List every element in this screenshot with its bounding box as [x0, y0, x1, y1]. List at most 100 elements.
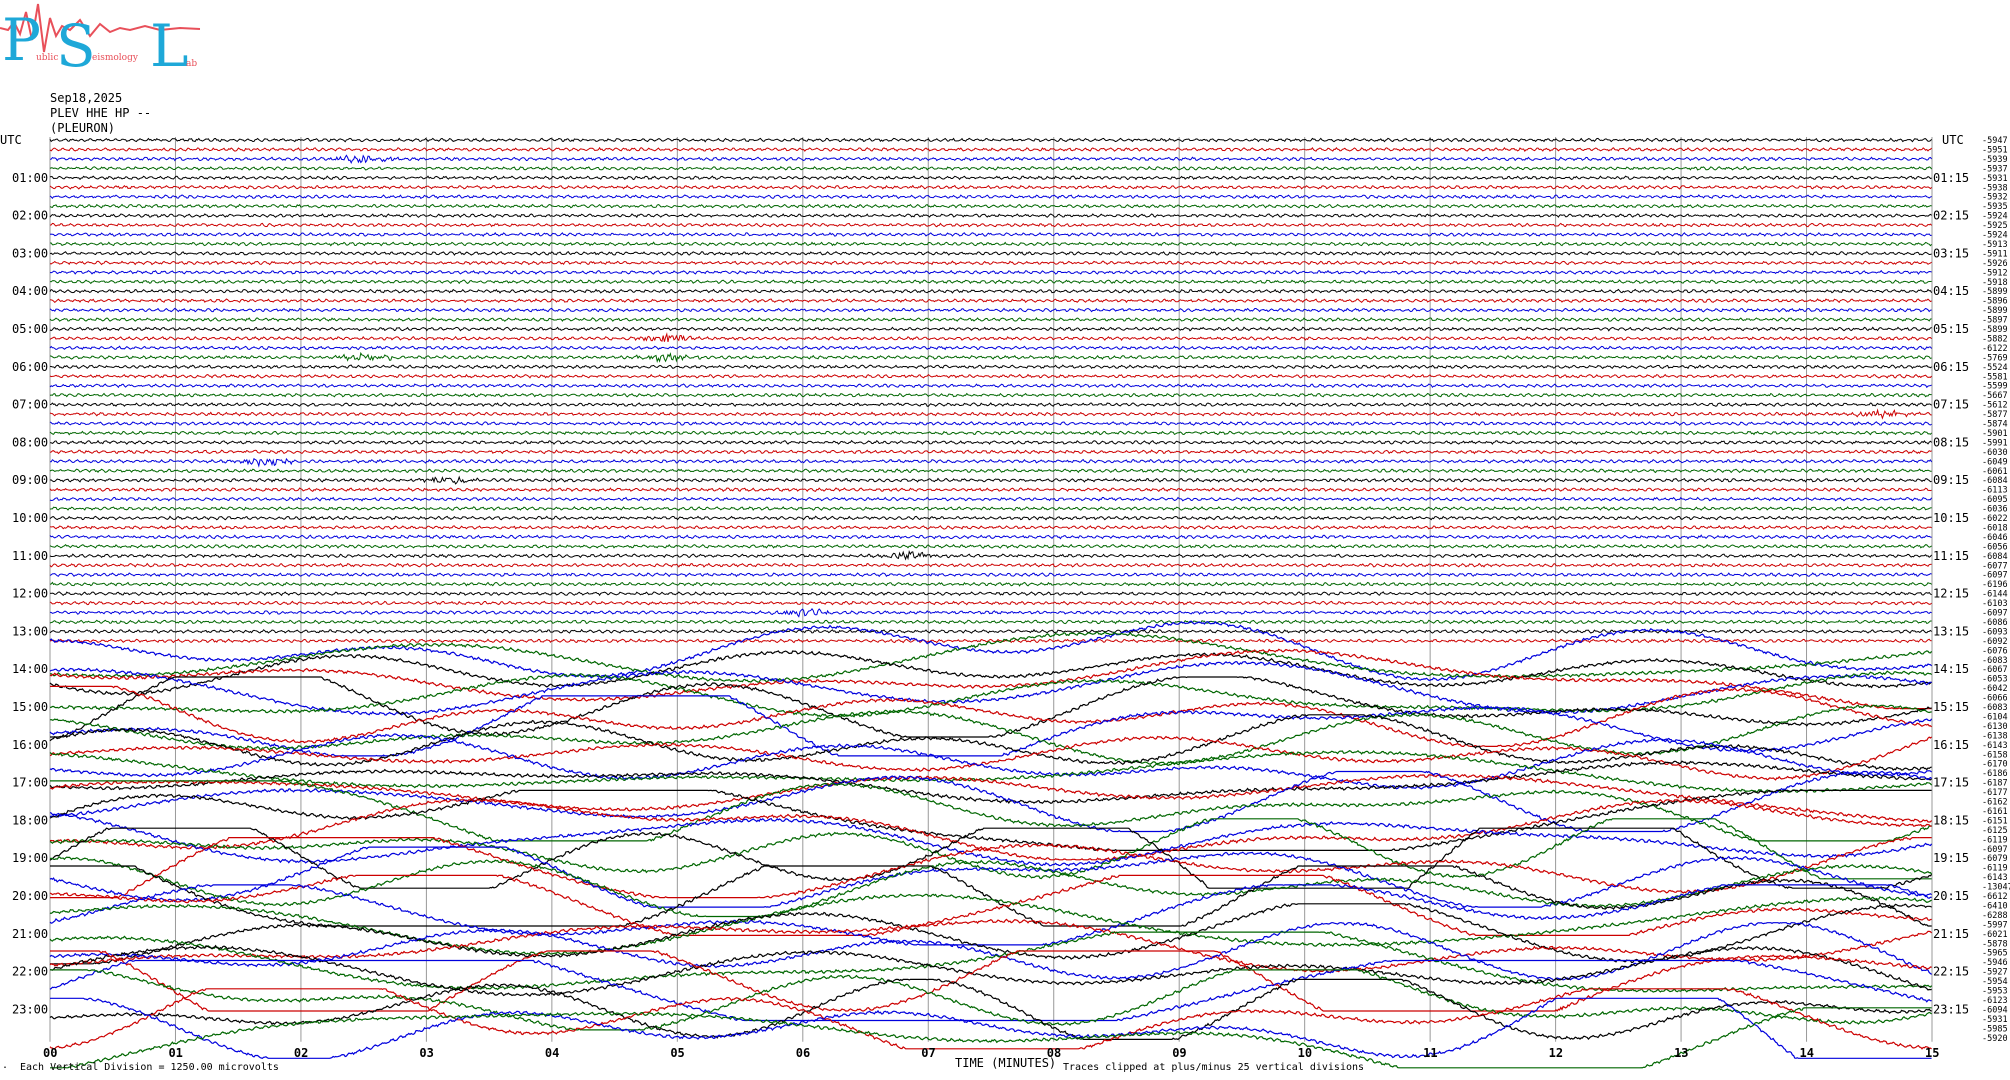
- right-hour-label: 14:15: [1933, 662, 1969, 676]
- trace-line: [49, 449, 1932, 455]
- trace-line: [49, 607, 1932, 618]
- trace-line: [50, 439, 1932, 445]
- x-tick-label: 15: [1925, 1046, 1939, 1060]
- trace-line: [49, 496, 1933, 502]
- right-hour-label: 06:15: [1933, 360, 1969, 374]
- x-tick-label: 05: [670, 1046, 684, 1060]
- x-tick-label: 06: [796, 1046, 810, 1060]
- right-hour-label: 09:15: [1933, 473, 1969, 487]
- trace-line: [49, 351, 1932, 364]
- left-hour-label: 02:00: [12, 209, 48, 223]
- trace-line: [50, 457, 1933, 468]
- left-hour-label: 16:00: [12, 738, 48, 752]
- left-hour-label: 21:00: [12, 927, 48, 941]
- x-tick-label: 07: [921, 1046, 935, 1060]
- left-hour-label: 14:00: [12, 662, 48, 676]
- trace-line: [49, 288, 1933, 294]
- trace-line: [49, 184, 1932, 190]
- trace-line: [49, 543, 1932, 549]
- left-hour-label: 06:00: [12, 360, 48, 374]
- trace-line: [50, 241, 1932, 247]
- trace-line: [50, 836, 1932, 899]
- right-hour-label: 04:15: [1933, 284, 1969, 298]
- x-tick-label: 00: [43, 1046, 57, 1060]
- trace-line: [49, 619, 1932, 625]
- left-hour-label: 01:00: [12, 171, 48, 185]
- trace-line: [49, 524, 1932, 530]
- trace-line: [49, 572, 1932, 578]
- right-hour-label: 13:15: [1933, 624, 1969, 638]
- x-tick-label: 09: [1172, 1046, 1186, 1060]
- trace-line: [49, 402, 1932, 408]
- trace-line: [49, 317, 1932, 323]
- trace-line: [49, 600, 1932, 606]
- right-hour-label: 02:15: [1933, 209, 1969, 223]
- trace-line: [49, 468, 1932, 474]
- trace-line: [49, 345, 1932, 351]
- trace-line: [49, 279, 1932, 285]
- trace-line: [49, 408, 1932, 420]
- left-hour-label: 13:00: [12, 624, 48, 638]
- trace-line: [49, 650, 1933, 696]
- trace-line: [49, 475, 1932, 485]
- right-hour-label: 18:15: [1933, 813, 1969, 827]
- trace-line: [49, 364, 1932, 370]
- trace-line: [49, 921, 1932, 981]
- trace-line: [49, 146, 1932, 152]
- left-hour-label: 05:00: [12, 322, 48, 336]
- trace-line: [49, 591, 1932, 597]
- x-tick-label: 01: [168, 1046, 182, 1060]
- trace-line: [49, 884, 1932, 946]
- x-axis-title: TIME (MINUTES): [955, 1056, 1056, 1070]
- left-hour-label: 17:00: [12, 776, 48, 790]
- trace-line: [49, 638, 1932, 644]
- trace-line: [49, 373, 1932, 379]
- trace-line: [49, 260, 1932, 266]
- trace-line: [49, 154, 1932, 165]
- left-hour-label: 10:00: [12, 511, 48, 525]
- trace-line: [49, 203, 1932, 209]
- x-tick-label: 03: [419, 1046, 433, 1060]
- trace-line: [49, 298, 1932, 304]
- right-hour-label: 16:15: [1933, 738, 1969, 752]
- left-hour-label: 22:00: [12, 965, 48, 979]
- x-tick-label: 12: [1549, 1046, 1563, 1060]
- trace-line: [49, 222, 1932, 228]
- left-hour-label: 11:00: [12, 549, 48, 563]
- helicorder-plot: UTC UTC 01:00 02:00 03:00 04:00 05:00 06:00 07:0…: [0, 133, 2010, 1070]
- corner-mark: .: [2, 1060, 9, 1071]
- right-hour-label: 05:15: [1933, 322, 1969, 336]
- left-hour-label: 23:00: [12, 1002, 48, 1016]
- right-hour-label: 10:15: [1933, 511, 1969, 525]
- trace-line: [49, 789, 1932, 852]
- trace-line: [49, 856, 1933, 918]
- right-hour-label: 22:15: [1933, 965, 1969, 979]
- left-hour-label: 04:00: [12, 284, 48, 298]
- x-tick-label: 10: [1298, 1046, 1312, 1060]
- right-hour-label: 08:15: [1933, 435, 1969, 449]
- x-tick-label: 04: [545, 1046, 559, 1060]
- trace-line: [50, 676, 1932, 738]
- right-hour-label: 20:15: [1933, 889, 1969, 903]
- trace-line: [49, 137, 1932, 143]
- left-hour-label: 19:00: [12, 851, 48, 865]
- right-hour-label: 17:15: [1933, 776, 1969, 790]
- trace-line: [49, 534, 1932, 540]
- trace-line: [49, 392, 1932, 398]
- left-hour-label: 12:00: [12, 587, 48, 601]
- trace-line: [49, 549, 1932, 561]
- x-tick-label: 11: [1423, 1046, 1437, 1060]
- trace-line: [49, 562, 1932, 568]
- clip-note: Traces clipped at plus/minus 25 vertical…: [1063, 1062, 1365, 1073]
- trace-line: [49, 421, 1932, 426]
- trace-line: [49, 250, 1932, 256]
- trace-line: [49, 383, 1932, 389]
- x-tick-label: 14: [1800, 1046, 1814, 1060]
- trace-line: [49, 213, 1932, 219]
- left-hour-label: 18:00: [12, 813, 48, 827]
- left-hour-label: 03:00: [12, 246, 48, 260]
- right-hour-label: 01:15: [1933, 171, 1969, 185]
- trace-line: [49, 326, 1932, 332]
- trace-line: [49, 269, 1932, 275]
- trace-line: [49, 487, 1932, 493]
